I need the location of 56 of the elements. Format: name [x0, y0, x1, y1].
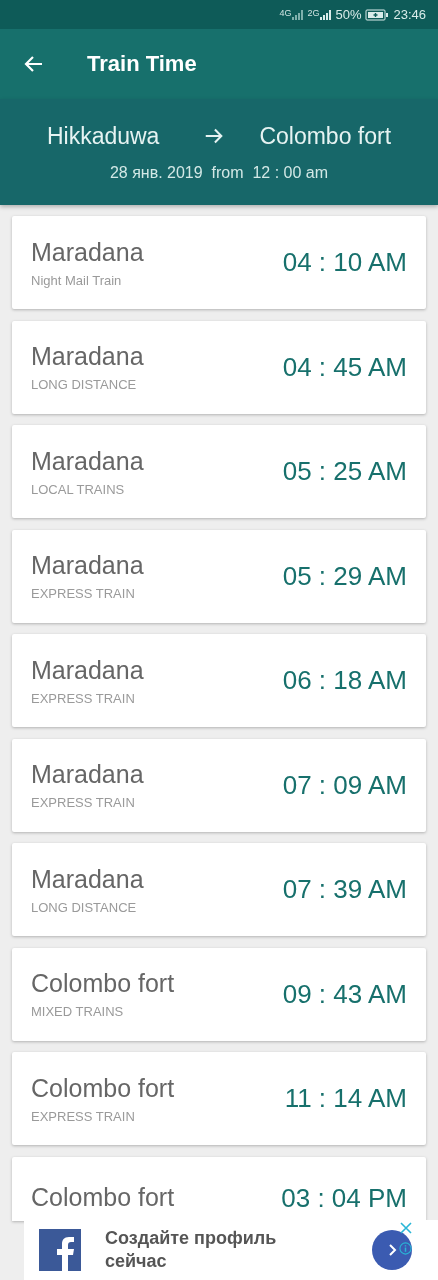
train-type: EXPRESS TRAIN — [31, 690, 136, 706]
train-card[interactable]: Maradana LONG DISTANCE 04 : 45 AM — [12, 320, 426, 414]
departure-time: 05 : 25 AM — [282, 456, 407, 487]
date-time-line: 28 янв. 2019 from 12 : 00 am — [109, 163, 329, 182]
battery-icon — [365, 8, 390, 21]
network-label: 2G — [307, 8, 320, 18]
train-destination: Colombo fort — [31, 1183, 175, 1212]
departure-time: 05 : 29 AM — [282, 560, 407, 592]
facebook-logo-icon — [39, 1229, 81, 1271]
train-destination: Colombo fort — [31, 969, 175, 998]
battery-percent: 50% — [335, 7, 362, 22]
info-icon[interactable] — [399, 1242, 412, 1255]
departure-time: 09 : 43 AM — [282, 978, 407, 1010]
train-card[interactable]: Maradana LOCAL TRAINS 05 : 25 AM — [12, 425, 426, 518]
train-type: EXPRESS TRAIN — [31, 795, 136, 810]
train-destination: Maradana — [31, 446, 144, 476]
ad-open-button[interactable] — [372, 1230, 412, 1270]
train-card[interactable]: Colombo fort EXPRESS TRAIN 11 : 14 AM — [12, 1052, 426, 1145]
train-destination: Maradana — [31, 551, 144, 580]
signal-icon — [291, 8, 304, 21]
train-card[interactable]: Maradana EXPRESS TRAIN 05 : 29 AM — [12, 529, 426, 623]
train-type: EXPRESS TRAIN — [31, 1108, 136, 1124]
network-label: 4G — [279, 8, 292, 18]
close-icon[interactable] — [400, 1222, 412, 1234]
departure-time: 06 : 18 AM — [282, 665, 407, 696]
train-type: MIXED TRAINS — [31, 1004, 125, 1019]
train-card[interactable]: Maradana LONG DISTANCE 07 : 39 AM — [12, 843, 426, 936]
departure-time: 07 : 09 AM — [282, 769, 407, 801]
signal-icon — [319, 8, 332, 21]
train-destination: Maradana — [31, 237, 144, 267]
departure-time: 07 : 39 AM — [282, 874, 407, 905]
screen-title: Train Time — [87, 51, 197, 77]
train-type: LONG DISTANCE — [31, 899, 138, 915]
destination-station: Colombo fort — [259, 122, 392, 150]
train-destination: Maradana — [31, 760, 144, 789]
train-type: LOCAL TRAINS — [31, 481, 126, 497]
departure-time: 03 : 04 PM — [281, 1182, 407, 1214]
train-card[interactable]: Maradana EXPRESS TRAIN 07 : 09 AM — [12, 738, 426, 832]
train-destination: Maradana — [31, 342, 144, 371]
train-card[interactable]: Maradana Night Mail Train 04 : 10 AM — [12, 216, 426, 309]
departure-time: 11 : 14 AM — [284, 1083, 407, 1114]
train-type: LONG DISTANCE — [31, 377, 138, 392]
departure-time: 04 : 10 AM — [282, 247, 407, 278]
train-destination: Maradana — [31, 655, 144, 685]
departure-time: 04 : 45 AM — [282, 351, 407, 383]
ad-banner[interactable]: Создайте профиль сейчас — [24, 1220, 438, 1280]
train-type: Night Mail Train — [31, 272, 123, 288]
train-destination: Maradana — [31, 864, 144, 894]
clock: 23:46 — [393, 7, 426, 22]
ad-text: Создайте профиль сейчас — [105, 1226, 278, 1273]
origin-station: Hikkaduwa — [46, 122, 160, 150]
train-card[interactable]: Colombo fort MIXED TRAINS 09 : 43 AM — [12, 947, 426, 1041]
train-card[interactable]: Maradana EXPRESS TRAIN 06 : 18 AM — [12, 634, 426, 727]
train-destination: Colombo fort — [31, 1073, 175, 1103]
train-type: EXPRESS TRAIN — [31, 586, 136, 601]
train-card[interactable]: Colombo fort 03 : 04 PM — [12, 1156, 426, 1221]
